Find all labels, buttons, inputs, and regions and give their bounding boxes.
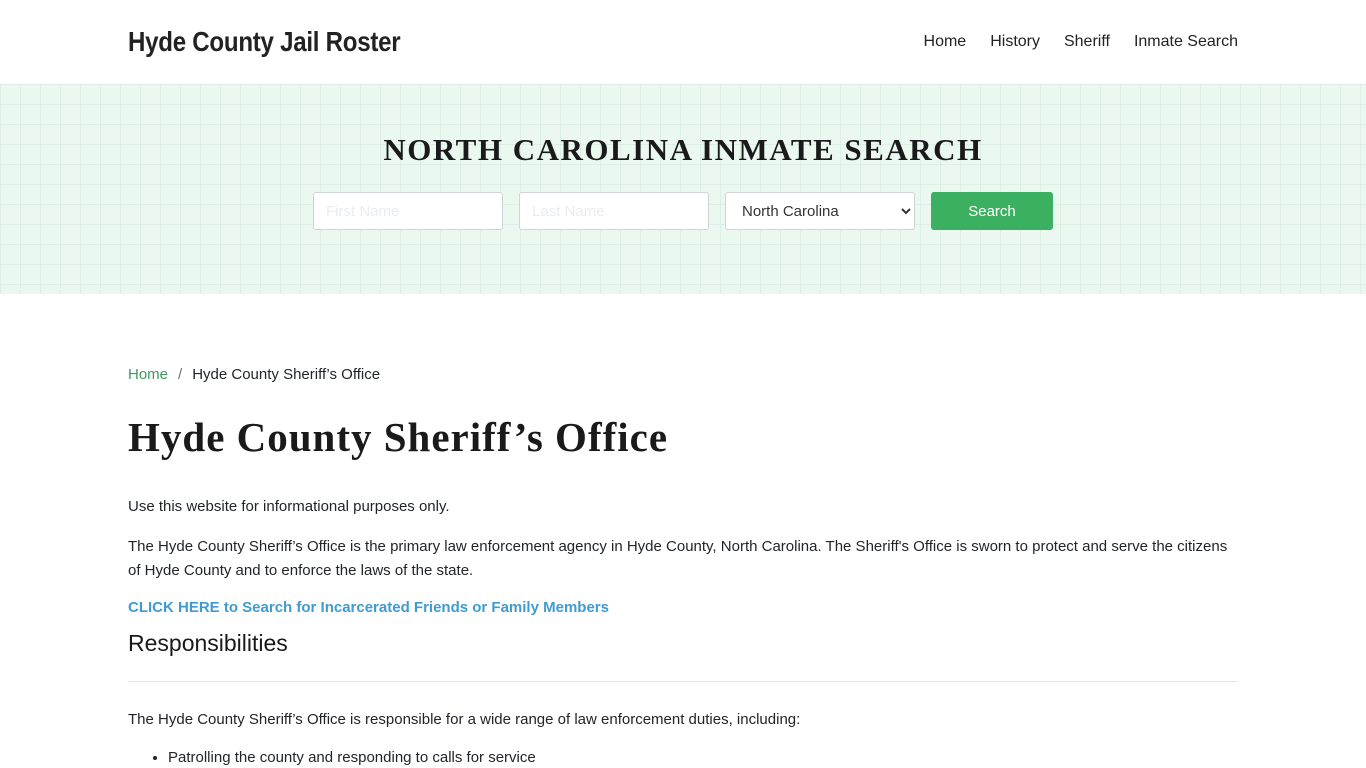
intro-paragraph: The Hyde County Sheriff’s Office is the … <box>128 538 1228 579</box>
main-nav: Home History Sheriff Inmate Search <box>900 33 1238 51</box>
breadcrumb-home[interactable]: Home <box>128 366 168 383</box>
responsibilities-list: Patrolling the county and responding to … <box>128 746 1238 768</box>
search-button[interactable]: Search <box>931 192 1053 230</box>
search-incarcerated-link[interactable]: CLICK HERE to Search for Incarcerated Fr… <box>128 599 609 616</box>
inmate-search-hero: NORTH CAROLINA INMATE SEARCH North Carol… <box>0 84 1366 294</box>
last-name-input[interactable] <box>519 192 709 230</box>
nav-history[interactable]: History <box>966 33 1040 51</box>
state-select[interactable]: North Carolina <box>725 192 915 230</box>
disclaimer-text: Use this website for informational purpo… <box>128 498 450 515</box>
breadcrumb: Home / Hyde County Sheriff’s Office <box>128 366 1238 383</box>
responsibilities-intro: The Hyde County Sheriff’s Office is resp… <box>128 711 801 728</box>
breadcrumb-current: Hyde County Sheriff’s Office <box>192 366 381 383</box>
first-name-input[interactable] <box>313 192 503 230</box>
nav-sheriff[interactable]: Sheriff <box>1040 33 1110 51</box>
nav-home[interactable]: Home <box>900 33 967 51</box>
hero-title: NORTH CAROLINA INMATE SEARCH <box>383 132 983 167</box>
top-navbar: Hyde County Jail Roster Home History She… <box>0 0 1366 84</box>
responsibilities-heading: Responsibilities <box>128 630 1238 682</box>
site-brand-logo[interactable]: Hyde County Jail Roster <box>128 26 401 58</box>
breadcrumb-separator: / <box>178 366 183 383</box>
nav-inmate-search[interactable]: Inmate Search <box>1110 33 1238 51</box>
page-title: Hyde County Sheriff’s Office <box>128 414 669 460</box>
inmate-search-form: North Carolina Search <box>313 192 1053 230</box>
main-content: Home / Hyde County Sheriff’s Office Hyde… <box>0 294 1366 768</box>
list-item: Patrolling the county and responding to … <box>168 746 1238 768</box>
